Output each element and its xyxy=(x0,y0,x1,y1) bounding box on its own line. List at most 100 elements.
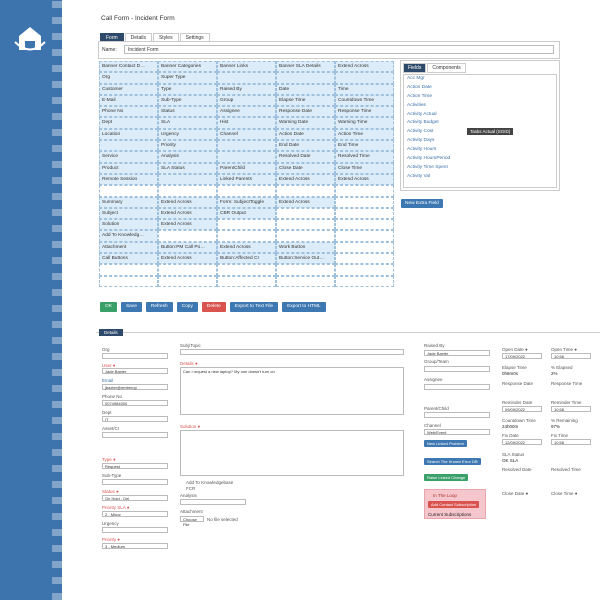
org-input[interactable] xyxy=(102,353,168,359)
grid-cell[interactable]: Extend Across xyxy=(158,253,217,265)
grid-cell[interactable]: Phone No xyxy=(99,106,158,118)
user-input[interactable]: Jade Baxter xyxy=(102,368,168,374)
grid-cell[interactable]: E-Mail xyxy=(99,94,158,107)
grid-cell[interactable] xyxy=(276,219,335,231)
copy-button[interactable]: Copy xyxy=(176,302,198,312)
grid-cell[interactable]: Sub-Type xyxy=(158,94,217,107)
grid-cell[interactable]: Extend Across xyxy=(158,196,217,208)
assignee-select[interactable] xyxy=(424,384,490,390)
fix-date-input[interactable]: 12/09/2022 xyxy=(502,439,542,445)
grid-cell[interactable]: Summary xyxy=(99,196,158,208)
grid-cell[interactable]: Warning Time xyxy=(335,117,394,129)
grid-cell[interactable] xyxy=(158,275,217,287)
rem-time-input[interactable]: 10:58 xyxy=(551,406,591,412)
grid-cell[interactable]: Banner Contact D… xyxy=(99,61,158,73)
field-list-item[interactable]: Activity Time Spent xyxy=(404,164,556,173)
asset-select[interactable] xyxy=(102,432,168,438)
raise-change-button[interactable]: Raise Linked Change xyxy=(424,474,469,481)
grid-cell[interactable] xyxy=(99,275,158,287)
grid-cell[interactable] xyxy=(335,230,394,242)
grid-cell[interactable]: Action Time xyxy=(335,128,394,141)
grid-cell[interactable]: Add To Knowledg… xyxy=(99,230,158,242)
sla-select[interactable]: 2 - Minor xyxy=(102,511,168,517)
grid-cell[interactable]: Button:PM Call Po… xyxy=(158,241,217,254)
grid-cell[interactable]: Assignee xyxy=(217,106,276,118)
grid-cell[interactable]: Extend Across xyxy=(217,241,276,254)
grid-cell[interactable]: CBR Output xyxy=(217,207,276,220)
phone-input[interactable]: 0074984000 xyxy=(102,400,168,406)
grid-cell[interactable] xyxy=(276,185,335,197)
grid-cell[interactable]: Extend Across xyxy=(276,196,335,208)
grid-cell[interactable]: Button:Affected CI xyxy=(217,253,276,265)
grid-cell[interactable]: End Date xyxy=(276,140,335,152)
grid-cell[interactable] xyxy=(335,264,394,276)
grid-cell[interactable]: Extend Across xyxy=(158,219,217,231)
delete-button[interactable]: Delete xyxy=(201,302,226,312)
grid-cell[interactable]: SLA xyxy=(158,117,217,129)
grid-cell[interactable] xyxy=(217,230,276,242)
grid-cell[interactable]: Response Time xyxy=(335,106,394,118)
field-list-item[interactable]: Activity Days xyxy=(404,137,556,146)
grid-cell[interactable]: ParentChild xyxy=(217,162,276,174)
grid-cell[interactable] xyxy=(217,264,276,276)
grid-cell[interactable]: Status xyxy=(158,106,217,118)
grid-cell[interactable]: Org xyxy=(99,72,158,84)
grid-cell[interactable]: Resolved Time xyxy=(335,151,394,163)
details-textarea[interactable]: Can I request a new laptop? My one doesn… xyxy=(180,367,404,415)
grid-cell[interactable]: Action Date xyxy=(276,128,335,141)
grid-cell[interactable] xyxy=(158,230,217,242)
grid-cell[interactable] xyxy=(335,219,394,231)
grid-cell[interactable]: Work Button xyxy=(276,241,335,254)
grid-cell[interactable]: Priority xyxy=(158,140,217,152)
grid-cell[interactable]: Type xyxy=(158,83,217,95)
status-select[interactable]: On Hold - Del xyxy=(102,495,168,501)
subtype-select[interactable] xyxy=(102,479,168,485)
export-text-button[interactable]: Export to Text File xyxy=(229,302,279,312)
grid-cell[interactable]: Urgency xyxy=(158,128,217,141)
field-list-item[interactable]: Acc Mgr xyxy=(404,75,556,84)
grid-cell[interactable]: Time xyxy=(335,83,394,95)
open-date-input[interactable]: 17/09/2022 xyxy=(502,353,542,359)
grid-cell[interactable]: End Time xyxy=(335,140,394,152)
ok-button[interactable]: OK xyxy=(100,302,117,312)
grid-cell[interactable]: Extend Across xyxy=(276,173,335,186)
grid-cell[interactable] xyxy=(99,264,158,276)
subj-input[interactable] xyxy=(180,349,404,355)
grid-cell[interactable]: Resolved Date xyxy=(276,151,335,163)
grid-cell[interactable] xyxy=(217,275,276,287)
grid-cell[interactable]: Solution xyxy=(99,219,158,231)
grid-cell[interactable]: Button:Service Out… xyxy=(276,253,335,265)
grid-cell[interactable] xyxy=(99,185,158,197)
grid-cell[interactable]: Call Buttons xyxy=(99,253,158,265)
fix-time-input[interactable]: 10:58 xyxy=(551,439,591,445)
grid-cell[interactable]: Linked Parents xyxy=(217,173,276,186)
grid-cell[interactable]: Super Type xyxy=(158,72,217,84)
grid-cell[interactable] xyxy=(217,72,276,84)
parent-select[interactable] xyxy=(424,412,490,418)
grid-cell[interactable]: Banner SLA Details xyxy=(276,61,335,73)
dept-input[interactable]: IT xyxy=(102,416,168,422)
channel-select[interactable]: Web/Event xyxy=(424,429,490,435)
grid-cell[interactable] xyxy=(276,264,335,276)
analysis-select[interactable] xyxy=(180,499,246,505)
grid-cell[interactable] xyxy=(335,185,394,197)
open-time-input[interactable]: 10:58 xyxy=(551,353,591,359)
field-list-item[interactable]: Action Date xyxy=(404,84,556,93)
grid-cell[interactable]: Banner Categories xyxy=(158,61,217,73)
priority-select[interactable]: 3 - Medium xyxy=(102,543,168,549)
grid-cell[interactable] xyxy=(99,140,158,152)
grid-cell[interactable] xyxy=(276,207,335,220)
grid-cell[interactable]: Subject xyxy=(99,207,158,220)
name-input[interactable]: Incident Form xyxy=(124,45,554,54)
grid-cell[interactable] xyxy=(335,72,394,84)
field-list-item[interactable]: Activity Actual xyxy=(404,111,556,120)
grid-cell[interactable]: Product xyxy=(99,162,158,174)
grid-cell[interactable]: Extend Across xyxy=(158,207,217,220)
field-list-item[interactable]: Activity HoursPeriod xyxy=(404,155,556,164)
grid-cell[interactable]: Countdown Time xyxy=(335,94,394,107)
solution-textarea[interactable] xyxy=(180,430,404,476)
preview-tab-details[interactable]: Details xyxy=(99,329,123,336)
grid-cell[interactable]: Group xyxy=(217,94,276,107)
field-list-item[interactable]: Activity Val xyxy=(404,173,556,182)
grid-cell[interactable] xyxy=(158,264,217,276)
